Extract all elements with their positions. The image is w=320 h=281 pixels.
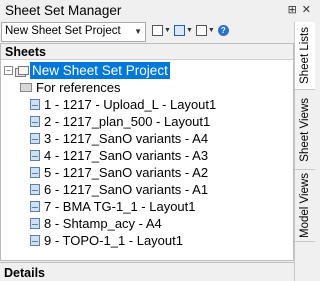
sheet-item[interactable]: 4 - 1217_SanO variants - A3 — [30, 147, 208, 164]
sheet-item-label: 8 - Shtamp_acy - A4 — [44, 216, 162, 231]
table-icon — [195, 25, 207, 36]
sheet-item-label: 3 - 1217_SanO variants - A4 — [44, 131, 209, 146]
sheet-set-manager-window: Sheet Set Manager ⊞ ✕ New Sheet Set Proj… — [0, 0, 315, 281]
details-section-title: Details — [4, 266, 45, 280]
sheet-icon — [30, 184, 40, 195]
collapse-icon[interactable]: − — [4, 66, 13, 75]
titlebar: Sheet Set Manager ⊞ ✕ — [0, 0, 315, 22]
dropdown-value: New Sheet Set Project — [5, 25, 121, 37]
publish-icon — [173, 25, 185, 36]
sheet-item-label: 4 - 1217_SanO variants - A3 — [44, 148, 209, 163]
sheet-item-label: 6 - 1217_SanO variants - A1 — [44, 182, 209, 197]
tab-model-views[interactable]: Model Views — [295, 170, 315, 242]
publish-button[interactable]: ▼ — [173, 25, 193, 36]
tree-root-label: New Sheet Set Project — [30, 62, 170, 79]
sheets-section-header[interactable]: Sheets — [1, 44, 293, 60]
sheet-item[interactable]: 7 - BMA TG-1_1 - Layout1 — [30, 198, 196, 215]
tab-sheet-views[interactable]: Sheet Views — [295, 90, 315, 170]
tree-subset[interactable]: For references — [20, 79, 121, 96]
sheet-item[interactable]: 8 - Shtamp_acy - A4 — [30, 215, 162, 232]
sheets-panel: Sheets − New Sheet Set Project For refer… — [0, 43, 294, 261]
subset-folder-icon — [20, 83, 32, 92]
help-icon[interactable]: ? — [217, 25, 229, 36]
sheet-list-table-button[interactable]: ▼ — [195, 25, 215, 36]
sheet-set-icon — [15, 65, 29, 77]
sheet-item-label: 5 - 1217_SanO variants - A2 — [44, 165, 209, 180]
sheet-item-label: 1 - 1217 - Upload_L - Layout1 — [44, 97, 217, 112]
details-section-header[interactable]: Details — [0, 262, 294, 281]
tree-root[interactable]: − New Sheet Set Project — [4, 62, 170, 79]
sheet-item[interactable]: 9 - TOPO-1_1 - Layout1 — [30, 232, 183, 249]
sheet-item-label: 7 - BMA TG-1_1 - Layout1 — [44, 199, 196, 214]
sheet-icon — [30, 133, 40, 144]
sheet-icon — [30, 218, 40, 229]
sheet-icon — [30, 167, 40, 178]
sheet-item-label: 9 - TOPO-1_1 - Layout1 — [44, 233, 183, 248]
subset-label: For references — [36, 80, 121, 95]
sheet-item-label: 2 - 1217_plan_500 - Layout1 — [44, 114, 211, 129]
sheet-item[interactable]: 3 - 1217_SanO variants - A4 — [30, 130, 208, 147]
window-title: Sheet Set Manager — [5, 3, 122, 18]
toolbar-icons: ▼ ▼ ▼ ? — [152, 25, 229, 36]
sheet-set-dropdown[interactable]: New Sheet Set Project ▼ — [1, 22, 146, 42]
chevron-down-icon: ▼ — [134, 27, 142, 36]
open-sheet-icon — [152, 25, 163, 36]
sheet-item[interactable]: 1 - 1217 - Upload_L - Layout1 — [30, 96, 216, 113]
chevron-down-icon: ▼ — [185, 27, 193, 34]
pin-icon[interactable]: ⊞ — [288, 3, 297, 17]
sheet-item[interactable]: 6 - 1217_SanO variants - A1 — [30, 181, 208, 198]
side-tab-bar: Sheet Lists Sheet Views Model Views — [294, 22, 315, 281]
tab-sheet-views-label: Sheet Views — [299, 97, 311, 162]
sheet-item[interactable]: 5 - 1217_SanO variants - A2 — [30, 164, 208, 181]
sheet-icon — [30, 150, 40, 161]
sheet-item[interactable]: 2 - 1217_plan_500 - Layout1 — [30, 113, 210, 130]
titlebar-icons: ⊞ ✕ — [288, 3, 311, 17]
open-sheet-button[interactable]: ▼ — [152, 25, 171, 36]
chevron-down-icon: ▼ — [207, 27, 215, 34]
sheet-icon — [30, 235, 40, 246]
sheet-icon — [30, 116, 40, 127]
tab-model-views-label: Model Views — [299, 173, 311, 238]
sheet-icon — [30, 201, 40, 212]
tab-sheet-lists-label: Sheet Lists — [299, 27, 311, 84]
toolbar: New Sheet Set Project ▼ ▼ ▼ ▼ ? — [0, 22, 294, 43]
sheet-icon — [30, 99, 40, 110]
chevron-down-icon: ▼ — [164, 27, 171, 34]
sheets-section-title: Sheets — [5, 45, 46, 59]
tab-sheet-lists[interactable]: Sheet Lists — [295, 22, 315, 90]
close-icon[interactable]: ✕ — [302, 3, 311, 17]
